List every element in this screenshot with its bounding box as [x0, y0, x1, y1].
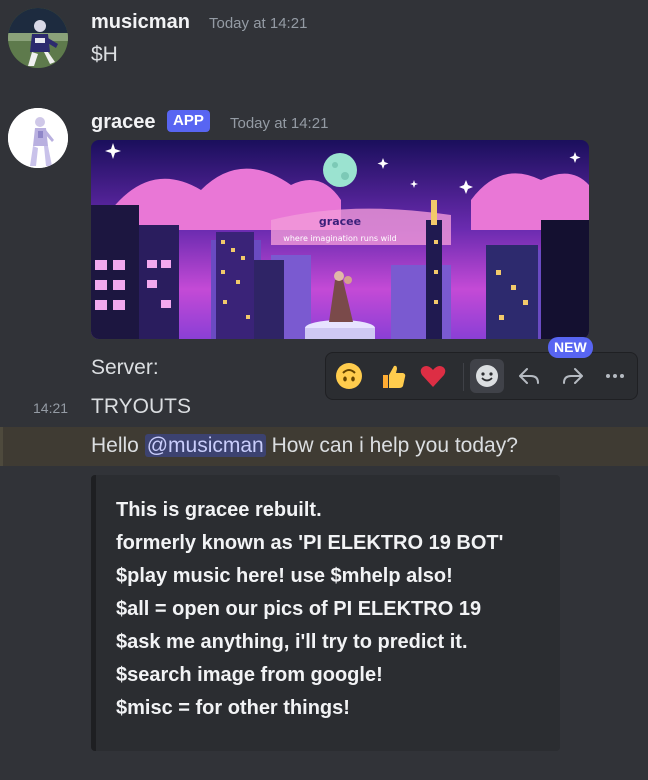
embed-line: This is gracee rebuilt. [116, 499, 322, 521]
thumbs-up-icon[interactable] [376, 359, 410, 393]
reply-suffix: How can i help you today? [271, 434, 518, 457]
embed-line: $misc = for other things! [116, 697, 350, 719]
banner-subtitle: where imagination runs wild [283, 234, 396, 243]
embed-line: formerly known as 'PI ELEKTRO 19 BOT' [116, 532, 504, 554]
message-line-server: Server: [91, 356, 159, 379]
user-mention[interactable]: @musicman [144, 434, 266, 457]
toolbar-separator [463, 363, 464, 391]
message-line-tryouts: TRYOUTS [91, 395, 191, 418]
upside-down-face-icon[interactable] [332, 359, 366, 393]
username[interactable]: gracee [91, 111, 156, 134]
reply-message: Hello @musicman How can i help you today… [91, 434, 518, 458]
embed-line: $play music here! use $mhelp also! [116, 565, 453, 587]
embed-line: $all = open our pics of PI ELEKTRO 19 [116, 598, 482, 620]
add-reaction-icon[interactable] [470, 359, 504, 393]
embed-line: $search image from google! [116, 664, 383, 686]
avatar-musicman[interactable] [8, 8, 68, 68]
message-timestamp[interactable]: Today at 14:21 [209, 15, 307, 32]
message-content: $H [91, 43, 118, 66]
reply-prefix: Hello [91, 434, 139, 457]
message-toolbar [325, 352, 638, 400]
avatar-gracee[interactable] [8, 108, 68, 168]
message-timestamp[interactable]: Today at 14:21 [230, 115, 328, 132]
hover-timestamp[interactable]: 14:21 [33, 400, 68, 416]
more-icon[interactable] [598, 359, 632, 393]
heart-icon[interactable] [416, 359, 450, 393]
embed-card: This is gracee rebuilt. formerly known a… [91, 475, 560, 751]
reply-icon[interactable] [512, 359, 546, 393]
username[interactable]: musicman [91, 11, 190, 34]
banner-image[interactable]: gracee where imagination runs wild [91, 140, 589, 339]
embed-line: $ask me anything, i'll try to predict it… [116, 631, 468, 653]
new-badge: NEW [548, 337, 593, 358]
banner-title: gracee [319, 215, 361, 228]
app-badge: APP [167, 110, 210, 132]
forward-icon[interactable] [556, 359, 590, 393]
